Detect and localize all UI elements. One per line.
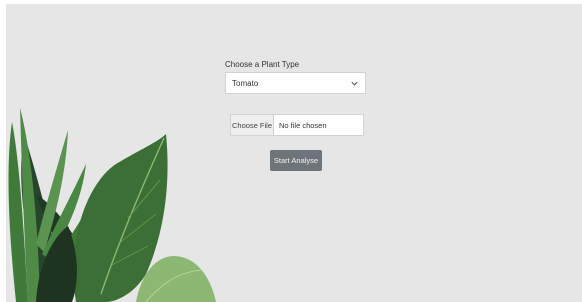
choose-file-button[interactable]: Choose File xyxy=(231,115,274,135)
plant-type-select[interactable]: Tomato xyxy=(225,72,366,94)
chevron-down-icon xyxy=(351,81,358,86)
file-input[interactable]: Choose File No file chosen xyxy=(230,114,364,136)
start-analyse-button[interactable]: Start Analyse xyxy=(270,150,322,171)
app-page: Choose a Plant Type Tomato Choose File N… xyxy=(6,4,582,302)
plant-type-label: Choose a Plant Type xyxy=(225,60,300,69)
file-status-text: No file chosen xyxy=(279,120,327,130)
plant-type-selected-value: Tomato xyxy=(232,78,259,88)
